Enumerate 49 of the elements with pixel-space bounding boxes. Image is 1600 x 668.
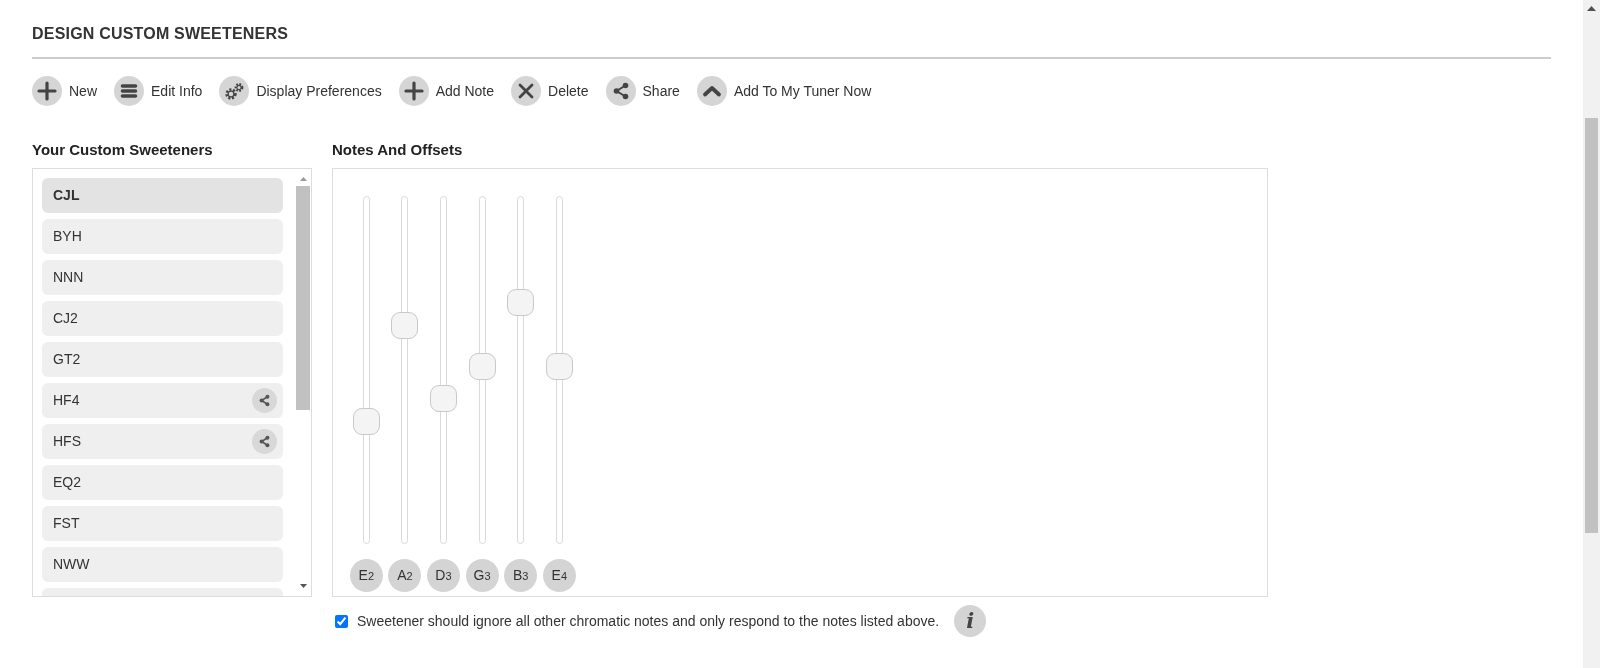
list-item[interactable]: HF4 — [42, 383, 283, 418]
list-item[interactable]: CJL — [42, 178, 283, 213]
toolbar-button[interactable]: Share — [605, 76, 680, 106]
gears-icon — [219, 76, 250, 106]
scrollbar-thumb[interactable] — [296, 186, 310, 410]
slider-thumb[interactable] — [507, 289, 535, 317]
chevron-up-icon — [696, 76, 727, 106]
list-item[interactable]: FST — [42, 506, 283, 541]
section-heading: Your Custom Sweeteners — [32, 141, 214, 159]
page-title: DESIGN CUSTOM SWEETENERS — [32, 24, 290, 44]
plus-icon — [32, 76, 62, 106]
slider-thumb[interactable] — [468, 353, 496, 381]
scrollbar[interactable] — [1583, 0, 1600, 668]
up-arrow-icon[interactable] — [1587, 6, 1596, 11]
toolbar-button[interactable]: Display Preferences — [219, 76, 382, 106]
toolbar-button[interactable]: New — [32, 76, 97, 106]
list-item[interactable]: GT2 — [42, 342, 283, 377]
info-button[interactable]: i — [954, 605, 987, 637]
x-icon — [511, 76, 542, 106]
list-item[interactable]: EQ2 — [42, 465, 283, 500]
checkbox[interactable] — [335, 614, 348, 628]
slider-track[interactable] — [545, 196, 573, 544]
list-item[interactable]: CJ2 — [42, 301, 283, 336]
share-icon[interactable] — [252, 388, 277, 413]
share-icon — [605, 76, 636, 106]
list-item[interactable]: NWW — [42, 547, 283, 582]
toolbar-button[interactable]: Delete — [511, 76, 589, 106]
slider-thumb[interactable] — [545, 353, 573, 381]
toolbar-button[interactable]: Add Note — [398, 76, 495, 106]
checkbox-label: Sweetener should ignore all other chromatic notes and only respond to the notes listed above. — [357, 611, 940, 631]
slider-track[interactable] — [430, 196, 457, 544]
slider-track[interactable] — [468, 196, 496, 544]
toolbar-button[interactable]: Edit Info — [114, 76, 203, 106]
list-item[interactable]: HFS — [42, 424, 283, 459]
list-item[interactable]: NNN — [42, 260, 283, 295]
slider-thumb[interactable] — [352, 407, 380, 435]
slider-thumb[interactable] — [430, 385, 457, 413]
plus-icon — [398, 76, 429, 106]
list-item[interactable]: BYH — [42, 219, 283, 254]
down-arrow-icon[interactable] — [299, 584, 307, 588]
share-icon[interactable] — [252, 429, 277, 454]
slider-track[interactable] — [391, 196, 419, 544]
slider-track[interactable] — [507, 196, 535, 544]
slider-track[interactable] — [352, 196, 380, 544]
menu-icon — [114, 76, 144, 106]
section-heading: Notes And Offsets — [332, 141, 464, 159]
scrollbar-thumb[interactable] — [1585, 118, 1598, 533]
toolbar-button[interactable]: Add To My Tuner Now — [696, 76, 872, 106]
slider-thumb[interactable] — [391, 311, 419, 339]
